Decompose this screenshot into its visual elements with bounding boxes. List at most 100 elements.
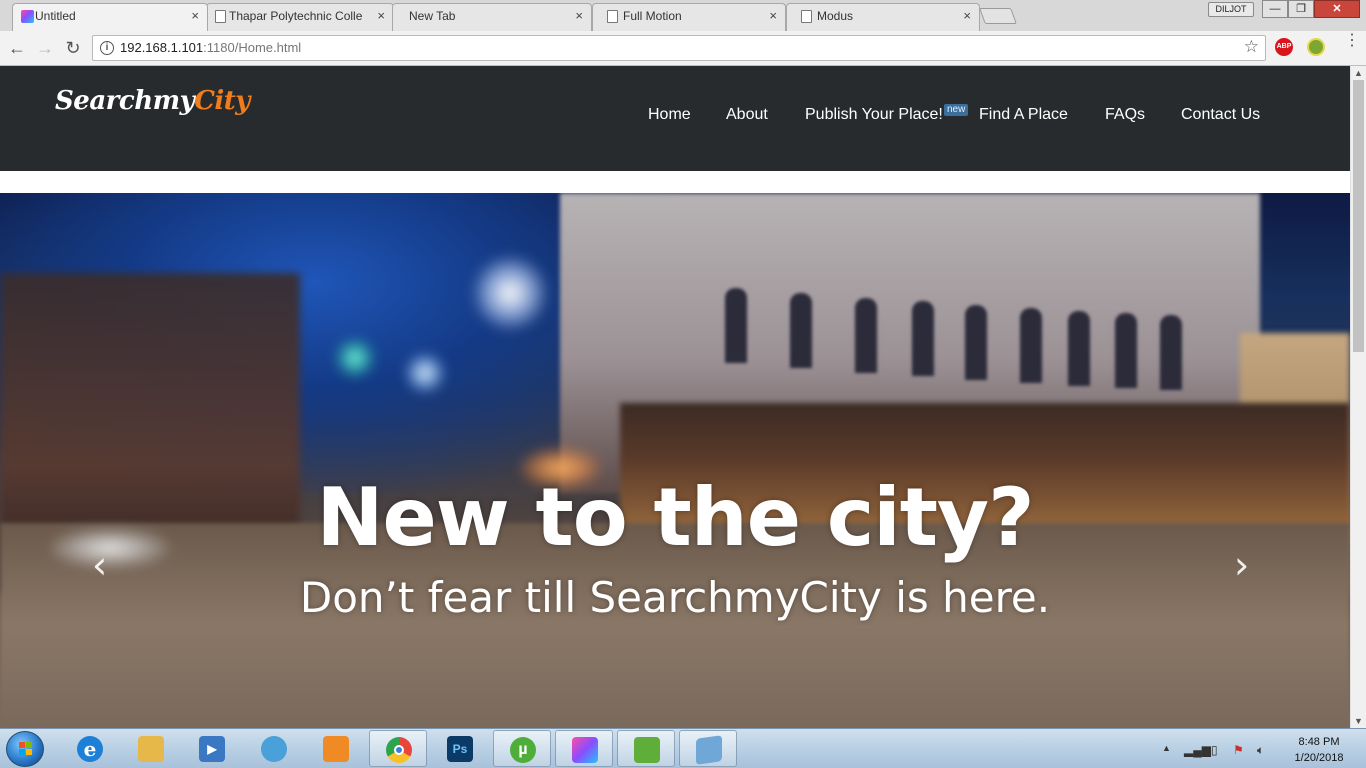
action-center-icon[interactable]: ⚑: [1233, 743, 1244, 757]
new-badge: new: [944, 104, 969, 116]
close-icon[interactable]: ×: [191, 4, 199, 28]
carousel-next-arrow-icon[interactable]: ›: [1234, 543, 1249, 587]
building-window: [912, 301, 934, 376]
notepad-icon: [696, 735, 722, 765]
address-bar[interactable]: i 192.168.1.101:1180/Home.html ☆: [92, 35, 1266, 61]
tab-modus[interactable]: Modus ×: [786, 3, 980, 31]
extension-icon[interactable]: [1307, 38, 1325, 56]
clock-time: 8:48 PM: [1298, 736, 1340, 748]
page-icon: [801, 10, 812, 23]
scroll-down-icon[interactable]: ▼: [1354, 716, 1363, 726]
uc-browser-icon: [323, 736, 349, 762]
taskbar-media-player[interactable]: ▶: [183, 730, 241, 767]
taskbar-uc-browser[interactable]: [307, 730, 365, 767]
building-window: [725, 288, 747, 363]
taskbar-people[interactable]: [245, 730, 303, 767]
page-scrollbar[interactable]: ▲ ▼: [1350, 66, 1366, 728]
tab-title: New Tab: [409, 9, 456, 23]
nav-find-a-place[interactable]: Find A Place: [979, 106, 1068, 124]
network-icon[interactable]: ▂▄▆: [1184, 743, 1211, 757]
gradient-app-icon: [572, 737, 598, 763]
media-player-icon: ▶: [199, 736, 225, 762]
building-window: [855, 298, 877, 373]
tab-full-motion[interactable]: Full Motion ×: [592, 3, 786, 31]
tab-title: Modus: [817, 9, 854, 23]
url-text[interactable]: 192.168.1.101:1180/Home.html: [120, 40, 301, 55]
people-icon: [261, 736, 287, 762]
tab-title: Full Motion: [623, 9, 682, 23]
battery-icon[interactable]: ▯: [1211, 743, 1218, 757]
webpage: SearchmyCity Home About Publish Your Pla…: [0, 66, 1350, 728]
building-window: [1115, 313, 1137, 388]
nav-about[interactable]: About: [726, 106, 768, 124]
new-tab-button[interactable]: [979, 8, 1017, 24]
taskbar-notepad[interactable]: [679, 730, 737, 767]
adblock-plus-icon[interactable]: ABP: [1275, 38, 1293, 56]
chrome-menu-icon[interactable]: ⋮: [1344, 33, 1360, 49]
tab-title: Untitled: [35, 9, 76, 23]
start-button[interactable]: [6, 731, 44, 767]
show-hidden-icons-icon[interactable]: ▲: [1162, 743, 1171, 753]
close-icon[interactable]: ×: [963, 4, 971, 28]
nav-publish-your-place[interactable]: Publish Your Place!: [805, 106, 943, 124]
minimize-button[interactable]: —: [1262, 0, 1288, 18]
nav-faqs[interactable]: FAQs: [1105, 106, 1145, 124]
site-header: SearchmyCity Home About Publish Your Pla…: [0, 66, 1350, 171]
tab-new-tab[interactable]: New Tab ×: [392, 3, 592, 31]
taskbar-chrome[interactable]: [369, 730, 427, 767]
system-clock[interactable]: 8:48 PM 1/20/2018: [1284, 734, 1354, 766]
taskbar-gradient-app[interactable]: [555, 730, 613, 767]
nav-home[interactable]: Home: [648, 106, 691, 124]
taskbar-file-explorer[interactable]: [122, 730, 180, 767]
app-favicon-icon: [21, 10, 34, 23]
tab-thapar[interactable]: Thapar Polytechnic Colle ×: [206, 3, 394, 31]
hero-carousel: New to the city? Don’t fear till Searchm…: [0, 193, 1350, 728]
nav-contact-us[interactable]: Contact Us: [1181, 106, 1260, 124]
building-window: [1068, 311, 1090, 386]
taskbar-spreadsheet[interactable]: [617, 730, 675, 767]
utorrent-icon: µ: [510, 737, 536, 763]
traffic-light-glow: [405, 353, 445, 393]
streetlight-glow: [470, 253, 550, 333]
page-icon: [215, 10, 226, 23]
browser-tabstrip: Untitled × Thapar Polytechnic Colle × Ne…: [0, 0, 1366, 31]
building-window: [1160, 315, 1182, 390]
user-profile-badge[interactable]: DILJOT: [1208, 2, 1254, 17]
carousel-prev-arrow-icon[interactable]: ‹: [92, 543, 107, 587]
scroll-thumb[interactable]: [1353, 80, 1364, 352]
chrome-icon: [386, 737, 412, 763]
bookmark-star-icon[interactable]: ☆: [1244, 37, 1259, 57]
close-icon[interactable]: ×: [377, 4, 385, 28]
browser-toolbar: ← → ↻ i 192.168.1.101:1180/Home.html ☆ A…: [0, 31, 1366, 66]
building-window: [1020, 308, 1042, 383]
hero-title: New to the city?: [316, 471, 1035, 564]
forward-button[interactable]: →: [34, 37, 56, 59]
back-button[interactable]: ←: [6, 37, 28, 59]
taskbar-utorrent[interactable]: µ: [493, 730, 551, 767]
info-icon[interactable]: i: [100, 41, 114, 55]
windows-logo-icon: [19, 742, 33, 756]
close-icon[interactable]: ×: [769, 4, 777, 28]
main-nav: Home About Publish Your Place! Find A Pl…: [0, 106, 1350, 130]
hero-subtitle: Don’t fear till SearchmyCity is here.: [299, 573, 1051, 622]
windows-taskbar: e ▶ Ps µ ▲ ▂▄▆ ▯ ⚑ 🔈︎ 8:48 PM 1/20/2018: [0, 728, 1366, 768]
reload-button[interactable]: ↻: [62, 37, 84, 59]
traffic-light-glow: [335, 338, 375, 378]
maximize-button[interactable]: ❐: [1288, 0, 1314, 18]
url-path: :1180/Home.html: [203, 40, 302, 55]
scroll-up-icon[interactable]: ▲: [1354, 68, 1363, 78]
photoshop-icon: Ps: [447, 736, 473, 762]
clock-date: 1/20/2018: [1294, 752, 1344, 764]
volume-icon[interactable]: 🔈︎: [1257, 743, 1264, 758]
close-icon[interactable]: ×: [575, 4, 583, 28]
page-icon: [607, 10, 618, 23]
tab-title: Thapar Polytechnic Colle: [229, 9, 363, 23]
spreadsheet-icon: [634, 737, 660, 763]
taskbar-photoshop[interactable]: Ps: [431, 730, 489, 767]
url-host: 192.168.1.101: [120, 40, 204, 55]
close-window-button[interactable]: ✕: [1314, 0, 1360, 18]
taskbar-internet-explorer[interactable]: e: [61, 730, 119, 767]
internet-explorer-icon: e: [77, 736, 103, 762]
tab-untitled[interactable]: Untitled ×: [12, 3, 208, 31]
folder-icon: [138, 736, 164, 762]
